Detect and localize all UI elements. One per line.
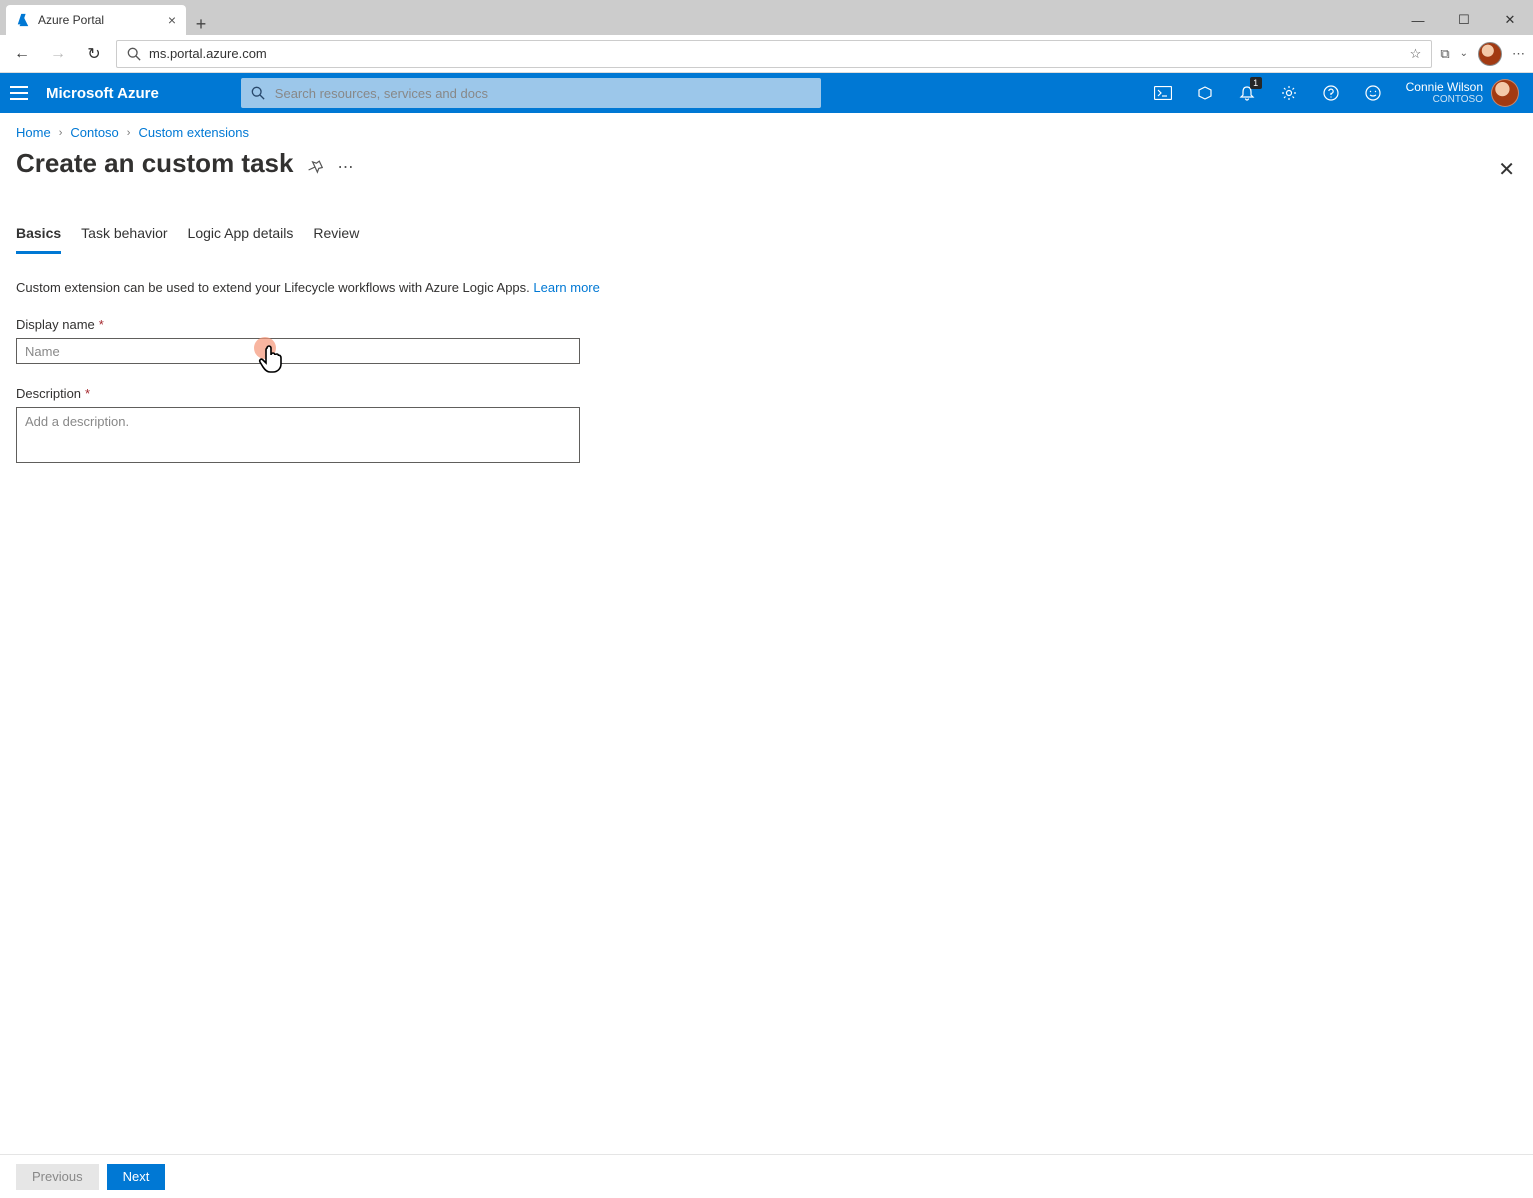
window-controls: — ☐ ✕	[1395, 5, 1533, 35]
help-icon[interactable]	[1310, 73, 1352, 113]
azure-brand[interactable]: Microsoft Azure	[46, 85, 159, 102]
close-tab-icon[interactable]: ×	[168, 12, 176, 28]
tab-task-behavior[interactable]: Task behavior	[81, 219, 167, 254]
azure-favicon	[16, 13, 30, 27]
back-button[interactable]: ←	[8, 45, 36, 63]
tab-review[interactable]: Review	[313, 219, 359, 254]
blade-content: Home › Contoso › Custom extensions Creat…	[0, 113, 1533, 1154]
display-name-input[interactable]	[16, 338, 580, 364]
settings-gear-icon[interactable]	[1268, 73, 1310, 113]
description-label: Description	[16, 386, 81, 401]
more-icon[interactable]: ⋯	[337, 157, 353, 177]
chevron-right-icon: ›	[59, 127, 63, 139]
chevron-down-icon[interactable]: ⌄	[1460, 48, 1468, 59]
address-bar[interactable]: ms.portal.azure.com ☆	[116, 40, 1432, 68]
tab-logic-app-details[interactable]: Logic App details	[188, 219, 294, 254]
browser-menu-icon[interactable]: ⋯	[1512, 46, 1525, 62]
user-org: CONTOSO	[1406, 94, 1483, 105]
new-tab-button[interactable]: +	[186, 14, 216, 35]
notification-badge: 1	[1250, 77, 1262, 89]
user-avatar	[1491, 79, 1519, 107]
directories-icon[interactable]	[1184, 73, 1226, 113]
notifications-icon[interactable]: 1	[1226, 73, 1268, 113]
cloud-shell-icon[interactable]	[1142, 73, 1184, 113]
global-search[interactable]	[241, 78, 821, 108]
close-window-button[interactable]: ✕	[1487, 5, 1533, 35]
required-marker: *	[85, 386, 90, 401]
description-field: Description *	[16, 386, 580, 466]
browser-chrome: Azure Portal × + — ☐ ✕ ← → ↻ ms.portal.a…	[0, 0, 1533, 73]
description-input[interactable]	[16, 407, 580, 463]
intro-text: Custom extension can be used to extend y…	[16, 280, 533, 295]
display-name-label: Display name	[16, 317, 95, 332]
pin-icon[interactable]	[307, 159, 323, 175]
browser-tab-title: Azure Portal	[38, 13, 160, 27]
breadcrumb-home[interactable]: Home	[16, 125, 51, 140]
chevron-right-icon: ›	[127, 127, 131, 139]
browser-tab[interactable]: Azure Portal ×	[6, 5, 186, 35]
breadcrumb-custom-extensions[interactable]: Custom extensions	[138, 125, 249, 140]
intro-text-row: Custom extension can be used to extend y…	[16, 280, 1517, 295]
close-blade-button[interactable]: ✕	[1498, 157, 1515, 182]
collections-icon[interactable]: ⧉	[1440, 46, 1449, 62]
azure-top-bar: Microsoft Azure 1 Connie Wilson CONT	[0, 73, 1533, 113]
refresh-button[interactable]: ↻	[80, 44, 108, 64]
address-bar-row: ← → ↻ ms.portal.azure.com ☆ ⧉ ⌄ ⋯	[0, 35, 1533, 73]
next-button[interactable]: Next	[107, 1164, 166, 1190]
favorite-icon[interactable]: ☆	[1410, 46, 1422, 62]
breadcrumb-contoso[interactable]: Contoso	[70, 125, 118, 140]
account-menu[interactable]: Connie Wilson CONTOSO	[1406, 79, 1523, 107]
hamburger-menu-icon[interactable]	[10, 86, 34, 100]
previous-button: Previous	[16, 1164, 99, 1190]
footer-bar: Previous Next	[0, 1154, 1533, 1198]
tab-strip: Azure Portal × + — ☐ ✕	[0, 0, 1533, 35]
learn-more-link[interactable]: Learn more	[533, 280, 599, 295]
global-search-input[interactable]	[273, 85, 811, 102]
display-name-field: Display name *	[16, 317, 580, 364]
breadcrumb: Home › Contoso › Custom extensions	[16, 125, 1517, 140]
browser-profile-avatar[interactable]	[1478, 42, 1502, 66]
tab-basics[interactable]: Basics	[16, 219, 61, 254]
required-marker: *	[99, 317, 104, 332]
page-title: Create an custom task	[16, 148, 293, 179]
feedback-icon[interactable]	[1352, 73, 1394, 113]
maximize-button[interactable]: ☐	[1441, 5, 1487, 35]
search-icon	[127, 47, 141, 61]
search-icon	[251, 86, 265, 100]
user-name: Connie Wilson	[1406, 81, 1483, 94]
forward-button: →	[44, 45, 72, 63]
minimize-button[interactable]: —	[1395, 5, 1441, 35]
tab-list: Basics Task behavior Logic App details R…	[16, 219, 1517, 254]
url-text: ms.portal.azure.com	[149, 46, 1402, 61]
